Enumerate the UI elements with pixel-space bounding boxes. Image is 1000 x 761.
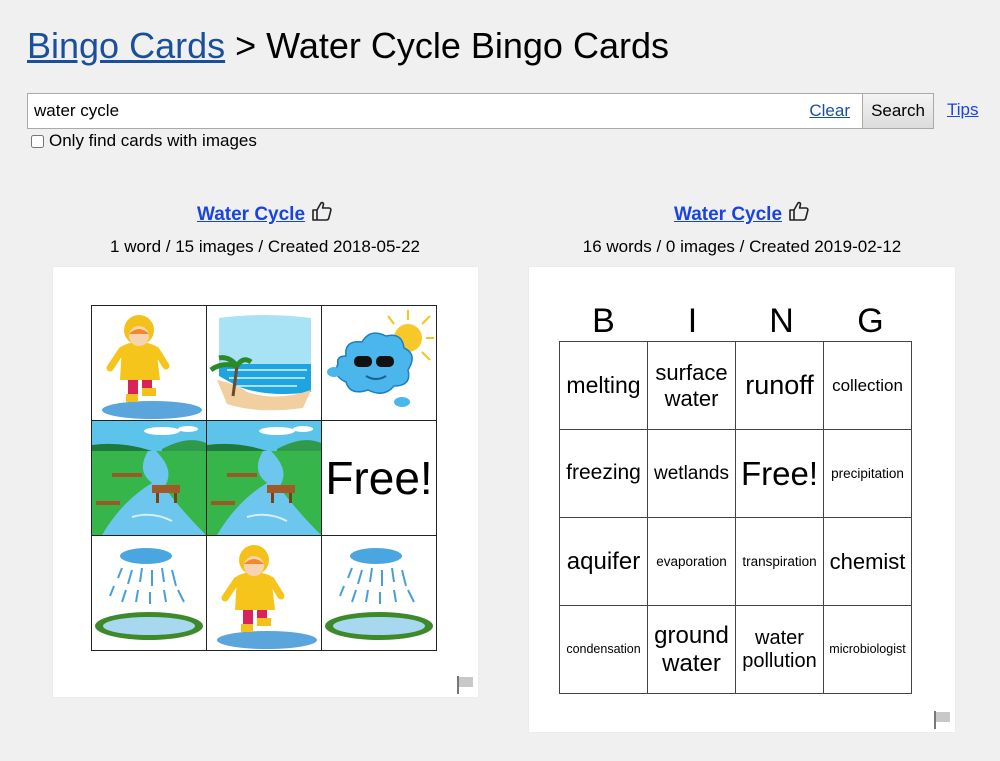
word-cell: wetlands	[647, 429, 736, 518]
bingo-card-preview-2[interactable]: B I N G melting surface water runoff col…	[529, 267, 955, 732]
header-g: G	[857, 302, 884, 340]
breadcrumb-separator: >	[235, 25, 257, 66]
thumbs-up-icon[interactable]	[311, 200, 333, 230]
image-grid: Free!	[91, 305, 437, 651]
word-cell: freezing	[559, 429, 648, 518]
rain-on-pond-icon	[325, 548, 433, 640]
search-button[interactable]: Search	[862, 93, 934, 129]
result-header-1: Water Cycle 1 word / 15 images / Created…	[45, 200, 485, 258]
word-cell: aquifer	[559, 517, 648, 606]
cell-river-landscape	[206, 420, 322, 536]
result-title-link[interactable]: Water Cycle	[197, 204, 305, 225]
word-cell: collection	[823, 341, 912, 430]
word-cell: chemist	[823, 517, 912, 606]
header-n: N	[769, 302, 794, 340]
flag-icon[interactable]	[933, 710, 951, 735]
cell-free-space: Free!	[321, 420, 437, 536]
tips-link[interactable]: Tips	[947, 100, 979, 120]
search-bar: Clear Search Tips	[27, 93, 981, 129]
search-input[interactable]	[34, 94, 794, 128]
word-cell: melting	[559, 341, 648, 430]
word-cell-free: Free!	[735, 429, 824, 518]
river-landscape-icon	[92, 421, 206, 535]
result-header-2: Water Cycle 16 words / 0 images / Create…	[522, 200, 962, 258]
cell-child-in-puddle	[206, 535, 322, 651]
breadcrumb-bingo-cards-link[interactable]: Bingo Cards	[27, 25, 225, 66]
word-cell: precipitation	[823, 429, 912, 518]
word-cell: evaporation	[647, 517, 736, 606]
ocean-beach-icon	[209, 315, 311, 411]
bingo-card-preview-1[interactable]: Free!	[53, 267, 478, 697]
flag-icon[interactable]	[456, 675, 474, 700]
word-grid: melting surface water runoff collection …	[559, 341, 912, 694]
cell-river-landscape	[91, 420, 207, 536]
word-cell: water pollution	[735, 605, 824, 694]
page-title: Bingo Cards > Water Cycle Bingo Cards	[27, 24, 669, 68]
child-in-puddle-icon	[102, 315, 202, 419]
word-cell: microbiologist	[823, 605, 912, 694]
only-images-label: Only find cards with images	[49, 131, 257, 150]
search-box: Clear	[27, 93, 863, 129]
word-cell: ground water	[647, 605, 736, 694]
cell-rain-on-pond	[321, 535, 437, 651]
result-meta: 16 words / 0 images / Created 2019-02-12	[582, 237, 902, 256]
header-b: B	[592, 302, 615, 340]
cell-cloud-with-sun	[321, 305, 437, 421]
result-meta: 1 word / 15 images / Created 2018-05-22	[110, 237, 420, 256]
rain-on-pond-icon	[95, 548, 203, 640]
bingo-header: B I N G	[559, 301, 915, 341]
breadcrumb-current: Water Cycle Bingo Cards	[266, 25, 669, 66]
cell-child-in-puddle	[91, 305, 207, 421]
only-images-checkbox[interactable]	[31, 134, 44, 148]
word-cell: runoff	[735, 341, 824, 430]
thumbs-up-icon[interactable]	[788, 200, 810, 230]
cell-ocean-beach	[206, 305, 322, 421]
cloud-with-sun-icon	[327, 310, 434, 407]
child-in-puddle-icon	[217, 545, 317, 649]
result-title-link[interactable]: Water Cycle	[674, 204, 782, 225]
only-images-option[interactable]: Only find cards with images	[31, 131, 257, 151]
clear-link[interactable]: Clear	[809, 101, 850, 121]
word-cell: transpiration	[735, 517, 824, 606]
word-cell: surface water	[647, 341, 736, 430]
word-cell: condensation	[559, 605, 648, 694]
river-landscape-icon	[207, 421, 321, 535]
header-i: I	[687, 302, 698, 340]
cell-rain-on-pond	[91, 535, 207, 651]
